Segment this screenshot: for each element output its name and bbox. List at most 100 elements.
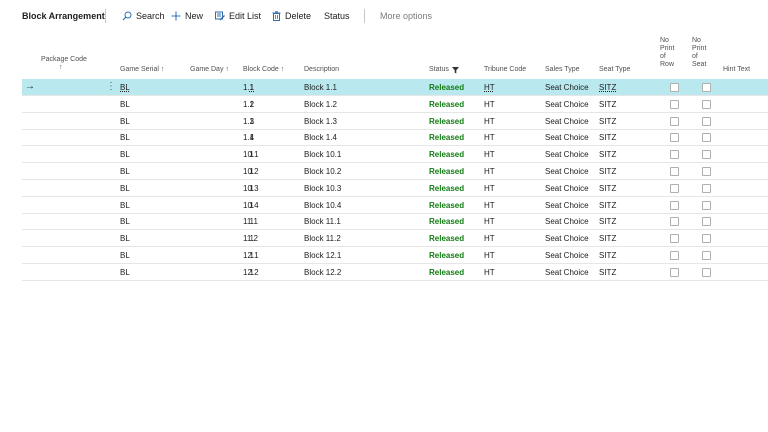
no-print-of-row-checkbox[interactable] xyxy=(670,167,679,176)
cell-status: Released xyxy=(429,133,465,143)
cell-seat-type[interactable]: SITZ xyxy=(599,83,616,92)
cell-description: Block 11.1 xyxy=(304,217,341,227)
no-print-of-seat-checkbox[interactable] xyxy=(702,251,711,260)
cell-game-serial: BL xyxy=(120,251,130,260)
cell-sales-type: Seat Choice xyxy=(545,267,589,277)
search-button[interactable]: Search xyxy=(122,11,165,21)
no-print-of-row-checkbox[interactable] xyxy=(670,133,679,143)
column-header-no-print-of-row[interactable]: No Print of Row xyxy=(660,37,674,69)
no-print-of-row-checkbox[interactable] xyxy=(670,99,679,109)
no-print-of-row-checkbox[interactable] xyxy=(670,183,679,193)
cell-description: Block 11.2 xyxy=(304,234,341,244)
action-bar: Block Arrangement Search New Edit List D… xyxy=(0,0,768,33)
cell-status: Released xyxy=(429,116,465,126)
filter-icon xyxy=(451,66,459,73)
cell-description: Block 1.1 xyxy=(304,83,337,92)
status-menu-button[interactable]: Status xyxy=(324,11,350,21)
cell-game-serial: BL xyxy=(120,217,130,227)
no-print-of-row-checkbox[interactable] xyxy=(670,116,679,126)
cell-sales-type: Seat Choice xyxy=(545,200,589,210)
table-row[interactable]: BL 1 12.1 Block 12.1 Released HT Seat Choice SI… xyxy=(22,247,768,264)
no-print-of-row-checkbox[interactable] xyxy=(670,251,679,260)
cell-status: Released xyxy=(429,200,465,210)
no-print-of-seat-checkbox[interactable] xyxy=(702,83,711,92)
cell-seat-type: SITZ xyxy=(599,183,617,193)
column-header-block-code[interactable]: Block Code ↑ xyxy=(243,66,284,74)
no-print-of-seat-checkbox[interactable] xyxy=(702,217,711,227)
row-actions-icon[interactable]: ⋮ xyxy=(106,82,116,92)
column-header-game-serial[interactable]: Game Serial ↑ xyxy=(120,66,164,74)
cell-game-serial[interactable]: BL xyxy=(120,83,130,92)
cell-game-serial: BL xyxy=(120,167,130,176)
cell-block-code: 1.2 xyxy=(243,99,255,109)
no-print-of-row-checkbox[interactable] xyxy=(670,83,679,92)
cell-sales-type: Seat Choice xyxy=(545,83,589,92)
cell-tribune-code: HT xyxy=(484,200,495,210)
no-print-of-seat-checkbox[interactable] xyxy=(702,150,711,160)
column-header-no-print-of-seat[interactable]: No Print of Seat xyxy=(692,37,706,69)
table-row[interactable]: BL 1 1.4 Block 1.4 Released HT Seat Choice SITZ xyxy=(22,129,768,147)
column-header-sales-type[interactable]: Sales Type xyxy=(545,66,580,74)
table-row[interactable]: → ⋮ BL 1 1.1 Block 1.1 Released HT Seat Choice SI… xyxy=(22,79,768,96)
column-header-tribune-code[interactable]: Tribune Code xyxy=(484,66,526,74)
cell-description: Block 12.2 xyxy=(304,267,342,277)
delete-button[interactable]: Delete xyxy=(272,11,311,21)
no-print-of-row-checkbox[interactable] xyxy=(670,234,679,244)
cell-description: Block 1.2 xyxy=(304,99,337,109)
table-row[interactable]: BL 1 11.2 Block 11.2 Released HT Seat Choice SI… xyxy=(22,230,768,248)
cell-sales-type: Seat Choice xyxy=(545,217,589,227)
no-print-of-row-checkbox[interactable] xyxy=(670,267,679,277)
cell-seat-type: SITZ xyxy=(599,167,617,176)
column-header-package-code[interactable]: Package Code xyxy=(41,56,87,64)
cell-description: Block 12.1 xyxy=(304,251,342,260)
cell-sales-type: Seat Choice xyxy=(545,116,589,126)
no-print-of-seat-checkbox[interactable] xyxy=(702,200,711,210)
table-row[interactable]: BL 1 10.4 Block 10.4 Released HT Seat Choice SI… xyxy=(22,197,768,214)
cell-sales-type: Seat Choice xyxy=(545,150,589,160)
column-header-game-day[interactable]: Game Day ↑ xyxy=(190,66,229,74)
new-button[interactable]: New xyxy=(171,11,203,21)
table-row[interactable]: BL 1 11.1 Block 11.1 Released HT Seat Choice SI… xyxy=(22,213,768,231)
table-row[interactable]: BL 1 10.3 Block 10.3 Released HT Seat Choice SI… xyxy=(22,180,768,197)
no-print-of-seat-checkbox[interactable] xyxy=(702,133,711,143)
cell-tribune-code: HT xyxy=(484,217,495,227)
no-print-of-seat-checkbox[interactable] xyxy=(702,116,711,126)
cell-tribune-code: HT xyxy=(484,267,495,277)
edit-list-button[interactable]: Edit List xyxy=(215,11,261,21)
column-header-hint-text[interactable]: Hint Text xyxy=(723,66,750,74)
cell-game-serial: BL xyxy=(120,99,130,109)
sort-ascending-icon: ↑ xyxy=(59,64,63,71)
no-print-of-seat-checkbox[interactable] xyxy=(702,167,711,176)
table-row[interactable]: BL 1 10.2 Block 10.2 Released HT Seat Choice SI… xyxy=(22,163,768,180)
column-header-description[interactable]: Description xyxy=(304,66,339,74)
cell-block-code: 1.4 xyxy=(243,133,255,143)
cell-sales-type: Seat Choice xyxy=(545,99,589,109)
column-header-status[interactable]: Status xyxy=(429,66,459,74)
no-print-of-seat-checkbox[interactable] xyxy=(702,234,711,244)
cell-seat-type: SITZ xyxy=(599,150,617,160)
no-print-of-row-checkbox[interactable] xyxy=(670,217,679,227)
table-row[interactable]: BL 1 10.1 Block 10.1 Released HT Seat Choice SI… xyxy=(22,146,768,164)
new-label: New xyxy=(185,11,204,21)
no-print-of-seat-checkbox[interactable] xyxy=(702,267,711,277)
column-header-row: Package Code ↑ Game Serial ↑ Game Day ↑ … xyxy=(0,33,768,78)
column-header-seat-type[interactable]: Seat Type xyxy=(599,66,630,74)
table-row[interactable]: BL 1 12.2 Block 12.2 Released HT Seat Choice SI… xyxy=(22,264,768,281)
cell-status: Released xyxy=(429,99,465,109)
status-menu-label: Status xyxy=(324,11,350,21)
no-print-of-seat-checkbox[interactable] xyxy=(702,183,711,193)
more-options-button[interactable]: More options xyxy=(380,11,432,21)
table-row[interactable]: BL 1 1.2 Block 1.2 Released HT Seat Choice SITZ xyxy=(22,96,768,113)
cell-tribune-code[interactable]: HT xyxy=(484,83,495,92)
header-line: Seat xyxy=(692,61,707,68)
plus-icon xyxy=(171,11,181,21)
page-title: Block Arrangement xyxy=(22,11,105,21)
cell-seat-type: SITZ xyxy=(599,116,617,126)
cell-game-serial: BL xyxy=(120,150,130,160)
table-row[interactable]: BL 1 1.3 Block 1.3 Released HT Seat Choice SITZ xyxy=(22,113,768,130)
header-line: of xyxy=(660,53,666,60)
no-print-of-row-checkbox[interactable] xyxy=(670,150,679,160)
no-print-of-row-checkbox[interactable] xyxy=(670,200,679,210)
cell-block-code: 12.2 xyxy=(243,267,259,277)
no-print-of-seat-checkbox[interactable] xyxy=(702,99,711,109)
